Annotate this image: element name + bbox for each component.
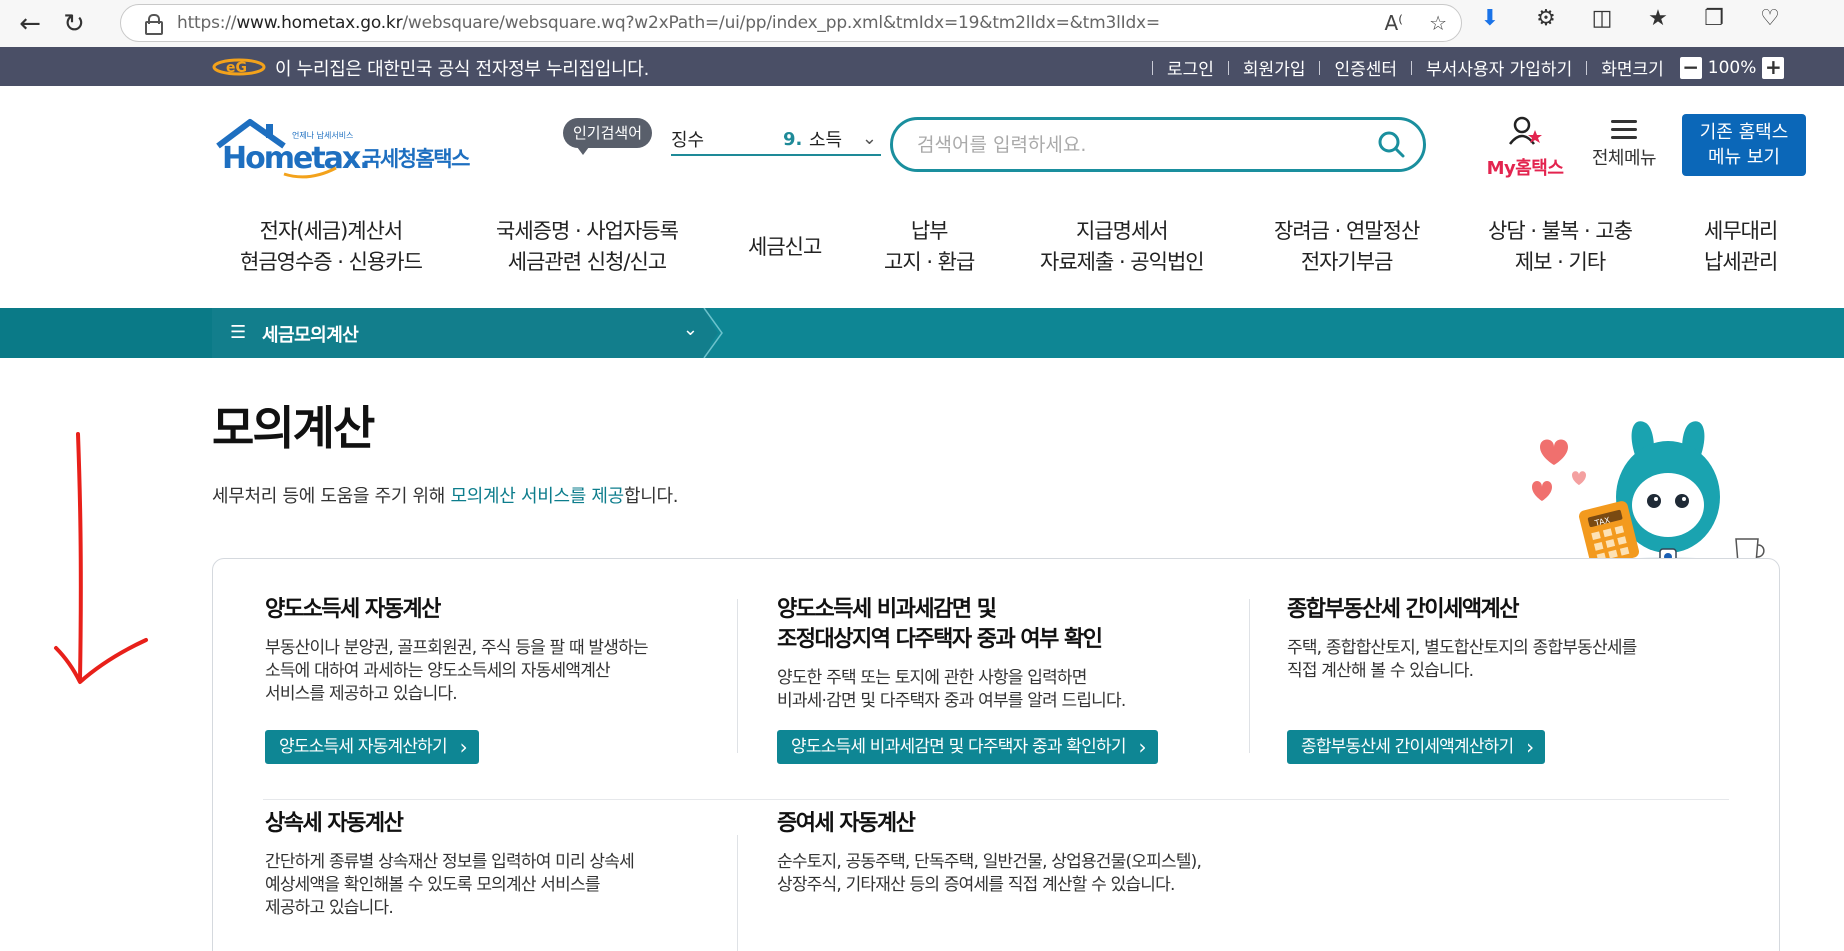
download-icon[interactable]: ⬇ xyxy=(1475,6,1505,31)
nav-item-e-invoice[interactable]: 전자(세금)계산서 현금영수증 · 신용카드 xyxy=(240,216,423,278)
refresh-icon[interactable]: ↻ xyxy=(52,2,96,46)
main-navigation: 전자(세금)계산서 현금영수증 · 신용카드 국세증명 · 사업자등록 세금관련 신… xyxy=(0,216,1844,306)
card-description: 간단하게 종류별 상속재산 정보를 입력하여 미리 상속세 예상세액을 확인해볼 … xyxy=(265,852,635,918)
site-header: 언제나 납세서비스 Hometax. 국세청홈택스 인기검색어 징수 9. 소득… xyxy=(0,86,1844,308)
card-description: 양도한 주택 또는 토지에 관한 사항을 입력하면 비과세·감면 및 다주택자 중… xyxy=(777,668,1126,711)
real-estate-tax-calc-button[interactable]: 종합부동산세 간이세액계산하기 xyxy=(1287,730,1546,764)
collections-icon[interactable]: ❐ xyxy=(1699,6,1729,31)
page-title: 모의계산 xyxy=(212,401,375,455)
card-description: 순수토지, 공동주택, 단독주택, 일반건물, 상업용건물(오피스텔), 상장주식… xyxy=(777,852,1202,895)
hometax-logo[interactable]: 언제나 납세서비스 Hometax. 국세청홈택스 xyxy=(214,116,484,184)
popular-term-word: 소득 xyxy=(809,130,843,151)
my-hometax-label: My홈택스 xyxy=(1486,158,1564,179)
annotation-arrow-down xyxy=(54,432,148,684)
egov-logo-icon: eG xyxy=(212,58,266,76)
chevron-down-icon: ⌄ xyxy=(682,319,698,340)
extensions-icon[interactable]: ⚙ xyxy=(1531,6,1561,31)
popular-search-badge: 인기검색어 xyxy=(563,118,653,155)
cert-center-link[interactable]: 인증센터 xyxy=(1334,55,1397,80)
card-gift-tax-auto: 증여세 자동계산 순수토지, 공동주택, 단독주택, 일반건물, 상업용건물(오… xyxy=(777,809,1247,951)
svg-text:국세청홈택스: 국세청홈택스 xyxy=(362,147,470,171)
search-box xyxy=(890,117,1426,172)
zoom-in-button[interactable]: + xyxy=(1762,56,1785,79)
nav-item-certificate[interactable]: 국세증명 · 사업자등록 세금관련 신청/신고 xyxy=(496,216,679,278)
page-root: ← ↻ https://www.hometax.go.kr/websquare/… xyxy=(0,0,1844,951)
card-title: 양도소득세 자동계산 xyxy=(265,597,441,622)
popular-term-label: 징수 xyxy=(671,130,705,151)
all-menu-button[interactable]: 전체메뉴 xyxy=(1584,116,1664,170)
card-title: 양도소득세 비과세감면 및 조정대상지역 다주택자 중과 여부 확인 xyxy=(777,597,1103,652)
classic-menu-line2: 메뉴 보기 xyxy=(1708,147,1780,168)
card-description: 부동산이나 분양권, 골프회원권, 주식 등을 팔 때 발생하는 소득에 대하여 … xyxy=(265,638,649,704)
capital-gains-auto-calc-button[interactable]: 양도소득세 자동계산하기 xyxy=(265,730,479,764)
menu-lines-icon: ☰ xyxy=(230,322,247,343)
capital-gains-exemption-check-button[interactable]: 양도소득세 비과세감면 및 다주택자 중과 확인하기 xyxy=(777,730,1158,764)
classic-menu-line1: 기존 홈택스 xyxy=(1699,122,1789,143)
read-aloud-icon[interactable]: A⁽ xyxy=(1384,11,1403,35)
card-title: 종합부동산세 간이세액계산 xyxy=(1287,597,1520,622)
nav-item-tax-filing[interactable]: 세금신고 xyxy=(748,232,822,263)
nav-item-tax-agent[interactable]: 세무대리 납세관리 xyxy=(1704,216,1778,278)
browser-toolbar: ← ↻ https://www.hometax.go.kr/websquare/… xyxy=(0,0,1844,47)
dept-user-signup-link[interactable]: 부서사용자 가입하기 xyxy=(1426,55,1572,80)
nav-item-consultation[interactable]: 상담 · 불복 · 고충 제보 · 기타 xyxy=(1488,216,1633,278)
chevron-down-icon: ⌄ xyxy=(861,128,877,149)
svg-text:eG: eG xyxy=(226,60,247,76)
lock-icon xyxy=(145,14,163,35)
svg-text:언제나 납세서비스: 언제나 납세서비스 xyxy=(292,130,353,140)
gov-notice-text: 이 누리집은 대한민국 공식 전자정부 누리집입니다. xyxy=(275,59,649,80)
breadcrumb-separator-icon xyxy=(700,308,723,358)
login-link[interactable]: 로그인 xyxy=(1167,55,1214,80)
popular-search-dropdown[interactable]: 징수 9. 소득 ⌄ xyxy=(671,124,881,156)
zoom-value: 100% xyxy=(1707,57,1757,78)
search-icon[interactable] xyxy=(1377,130,1405,158)
back-icon[interactable]: ← xyxy=(8,2,52,46)
svg-text:Hometax.: Hometax. xyxy=(222,141,369,176)
card-description: 주택, 종합합산토지, 별도합산토지의 종합부동산세를 직접 계산해 볼 수 있습… xyxy=(1287,638,1637,681)
zoom-control: − 100% + xyxy=(1679,56,1785,79)
mascot-illustration: TAX xyxy=(1532,421,1765,573)
url-text: https://www.hometax.go.kr/websquare/webs… xyxy=(177,13,1160,33)
split-screen-icon[interactable]: ◫ xyxy=(1587,6,1617,31)
hamburger-menu-icon xyxy=(1611,120,1637,140)
zoom-out-button[interactable]: − xyxy=(1679,56,1702,79)
address-bar[interactable]: https://www.hometax.go.kr/websquare/webs… xyxy=(120,4,1462,42)
page-description: 세무처리 등에 도움을 주기 위해 모의계산 서비스를 제공합니다. xyxy=(212,486,679,507)
search-input[interactable] xyxy=(917,133,1357,156)
browser-essentials-icon[interactable]: ♡ xyxy=(1755,6,1785,31)
user-icon xyxy=(1509,116,1542,145)
zoom-label: 화면크기 xyxy=(1601,60,1664,80)
nav-item-payment-statement[interactable]: 지급명세서 자료제출 · 공익법인 xyxy=(1040,216,1205,278)
card-comprehensive-real-estate-tax: 종합부동산세 간이세액계산 주택, 종합합산토지, 별도합산토지의 종합부동산세… xyxy=(1287,595,1727,769)
classic-menu-button[interactable]: 기존 홈택스 메뉴 보기 xyxy=(1682,114,1806,176)
nav-item-incentive[interactable]: 장려금 · 연말정산 전자기부금 xyxy=(1274,216,1420,278)
all-menu-label: 전체메뉴 xyxy=(1591,148,1657,169)
browser-tools: ⬇ ⚙ ◫ ★ ❐ ♡ xyxy=(1475,6,1785,31)
favorite-star-icon[interactable]: ☆ xyxy=(1429,11,1447,35)
card-title: 증여세 자동계산 xyxy=(777,811,916,836)
card-capital-gains-auto: 양도소득세 자동계산 부동산이나 분양권, 골프회원권, 주식 등을 팔 때 발… xyxy=(265,595,705,769)
calculator-card-panel: 양도소득세 자동계산 부동산이나 분양권, 골프회원권, 주식 등을 팔 때 발… xyxy=(212,558,1780,951)
gov-notice-bar: eG 이 누리집은 대한민국 공식 전자정부 누리집입니다. 로그인 회원가입 … xyxy=(0,47,1844,86)
card-title: 상속세 자동계산 xyxy=(265,811,404,836)
gov-links: 로그인 회원가입 인증센터 부서사용자 가입하기 화면크기 − 100% + xyxy=(1138,55,1785,80)
breadcrumb-bar: ☰ 세금모의계산 ⌄ xyxy=(0,308,1844,358)
my-hometax-button[interactable]: My홈택스 xyxy=(1482,116,1568,180)
breadcrumb-menu-dropdown[interactable]: ☰ 세금모의계산 ⌄ xyxy=(212,308,710,358)
breadcrumb-menu-label: 세금모의계산 xyxy=(262,325,359,346)
popular-term-rank: 9. xyxy=(783,128,803,150)
favorites-icon[interactable]: ★ xyxy=(1643,6,1673,31)
nav-item-payment[interactable]: 납부 고지 · 환급 xyxy=(884,216,975,278)
card-capital-gains-exemption: 양도소득세 비과세감면 및 조정대상지역 다주택자 중과 여부 확인 양도한 주택… xyxy=(777,595,1227,769)
card-inheritance-tax-auto: 상속세 자동계산 간단하게 종류별 상속재산 정보를 입력하여 미리 상속세 예상… xyxy=(265,809,705,951)
signup-link[interactable]: 회원가입 xyxy=(1243,55,1306,80)
